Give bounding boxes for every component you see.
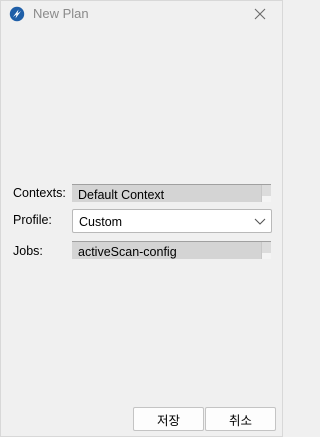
jobs-label: Jobs:: [13, 244, 43, 258]
profile-dropdown[interactable]: Custom: [72, 209, 272, 233]
contexts-scrollbar[interactable]: [261, 185, 271, 202]
contexts-value: Default Context: [78, 188, 165, 202]
close-button[interactable]: [242, 1, 278, 27]
close-icon: [254, 8, 266, 20]
profile-label: Profile:: [13, 213, 52, 227]
profile-selected-value: Custom: [79, 215, 123, 229]
cancel-button[interactable]: 취소: [205, 407, 276, 431]
zap-app-icon: [9, 6, 25, 22]
window-title: New Plan: [33, 6, 89, 21]
title-bar[interactable]: New Plan: [1, 1, 282, 27]
jobs-field[interactable]: activeScan-config: [72, 241, 271, 259]
chevron-down-icon: [254, 218, 266, 225]
jobs-value: activeScan-config: [78, 245, 177, 259]
new-plan-dialog: New Plan Contexts: Default Context Profi…: [0, 0, 283, 437]
contexts-field[interactable]: Default Context: [72, 184, 271, 202]
contexts-label: Contexts:: [13, 186, 66, 200]
jobs-scrollbar[interactable]: [261, 242, 271, 259]
save-button[interactable]: 저장: [133, 407, 204, 431]
